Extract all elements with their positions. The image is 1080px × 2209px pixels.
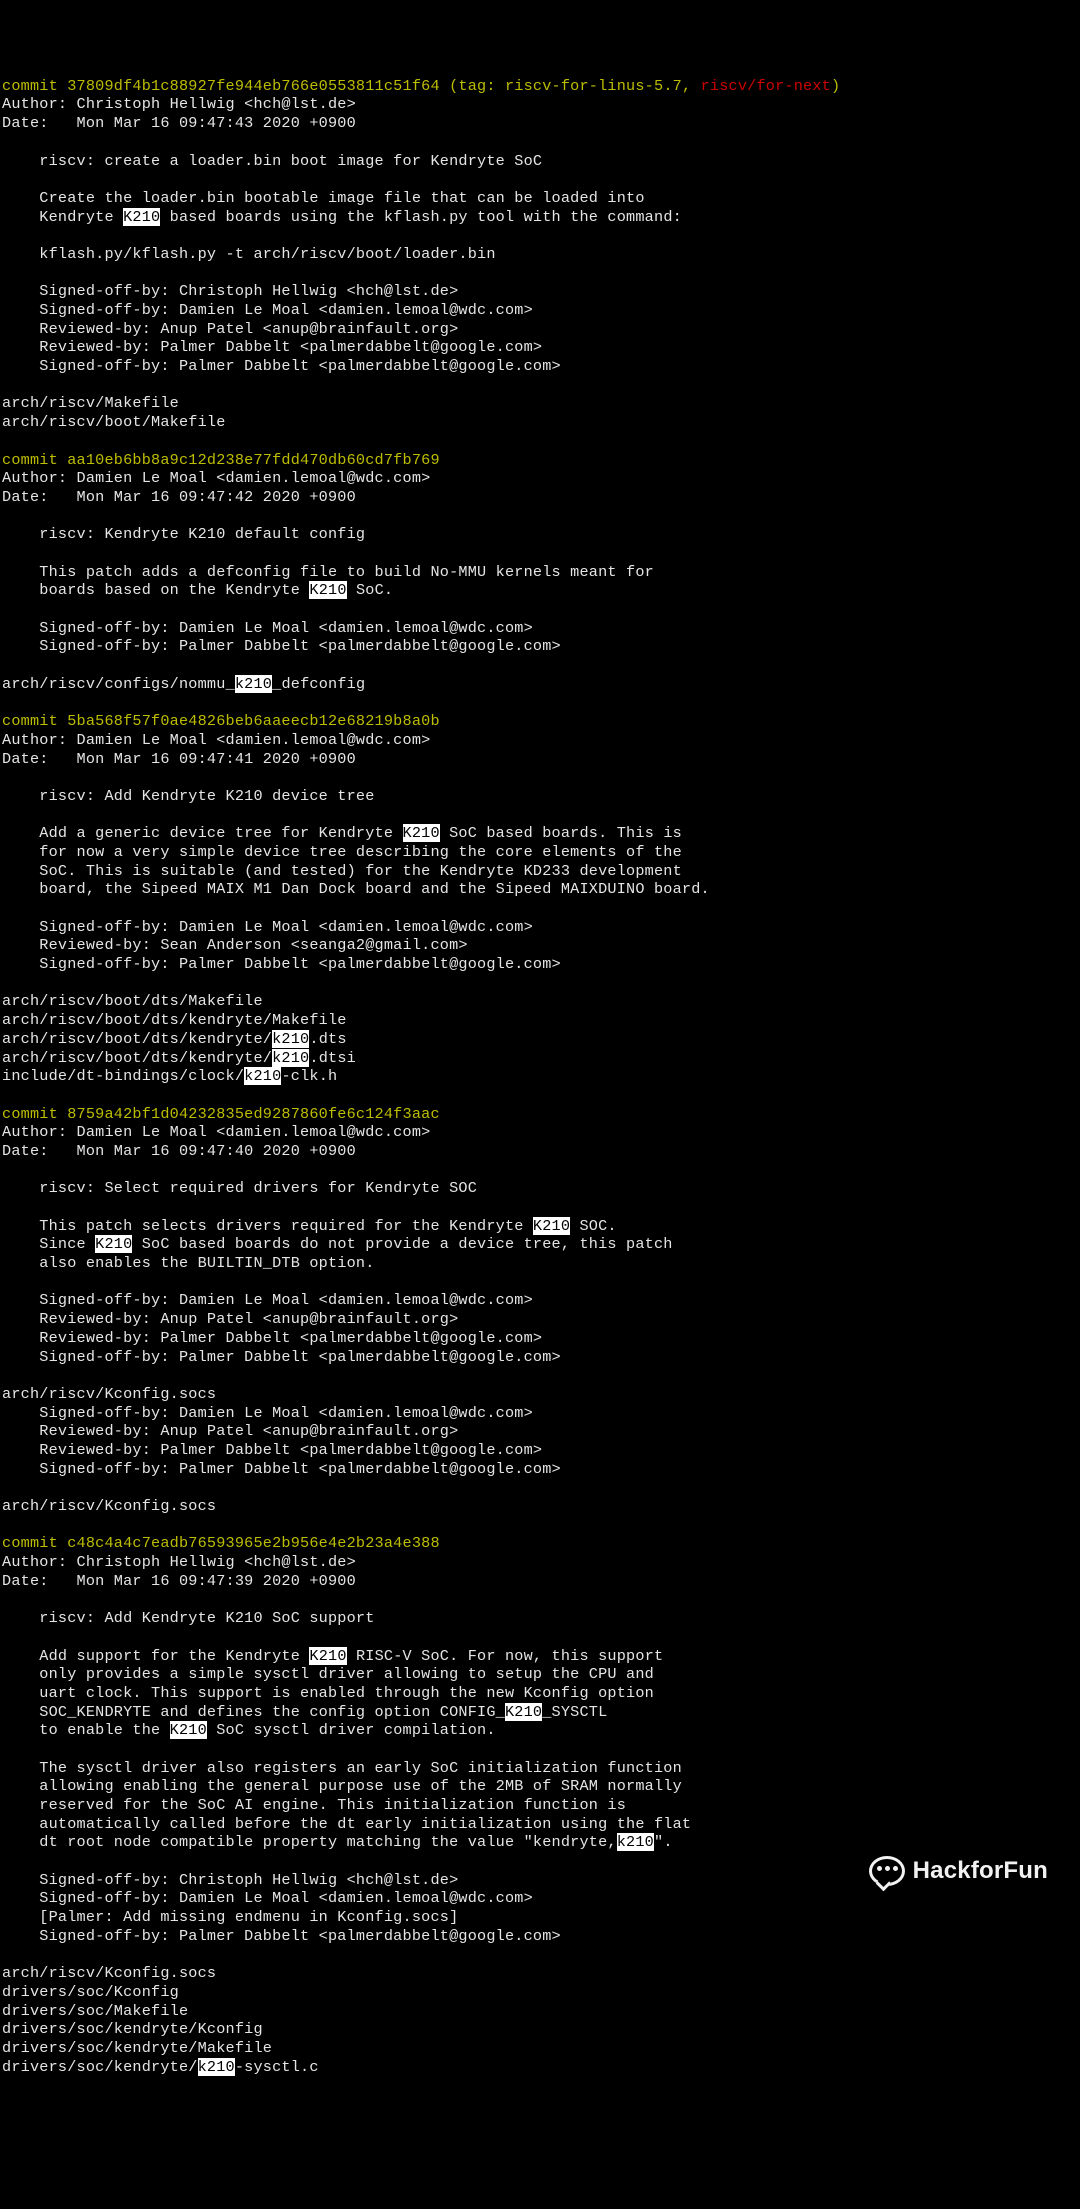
watermark-text: HackforFun — [913, 1856, 1048, 1886]
chat-bubble-icon — [869, 1856, 905, 1886]
terminal-output[interactable]: commit 37809df4b1c88927fe944eb766e055381… — [2, 77, 1078, 2077]
watermark-badge: HackforFun — [869, 1856, 1048, 1886]
